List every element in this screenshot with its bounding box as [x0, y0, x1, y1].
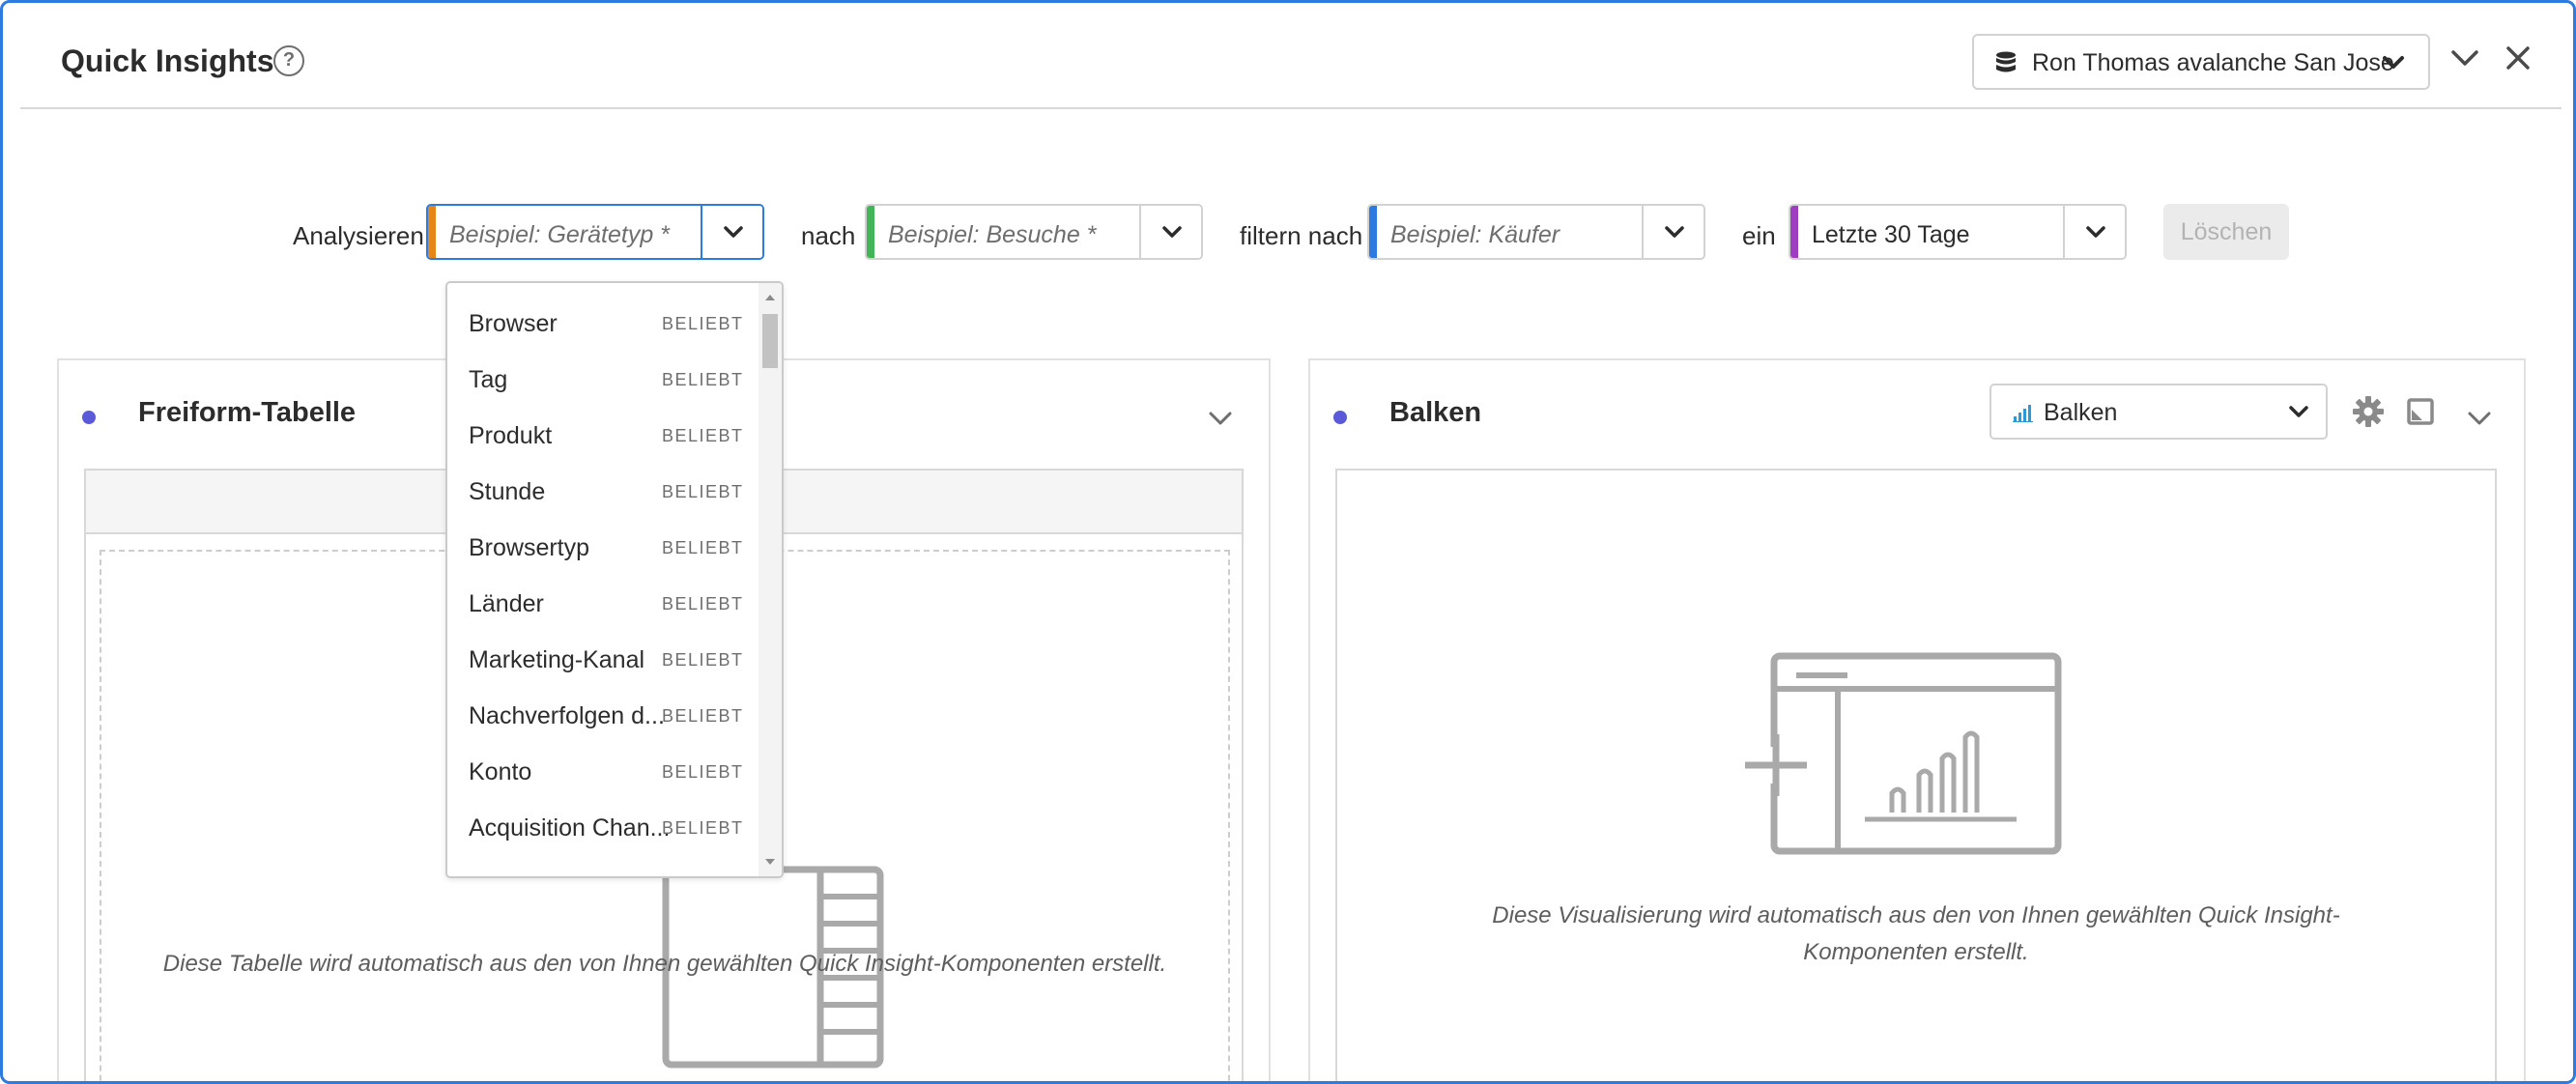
page-title: Quick Insights	[61, 43, 274, 78]
popular-badge: BELIEBT	[662, 370, 744, 389]
chevron-down-icon	[2086, 226, 2105, 238]
panel-collapse-chevron-icon[interactable]	[1207, 409, 1234, 428]
panel-title: Freiform-Tabelle	[138, 397, 357, 428]
dropdown-item-label: Browsertyp	[469, 534, 590, 561]
bar-visualization-panel: Balken Balken Diese Visualisierung wird …	[1308, 358, 2526, 1081]
popular-badge: BELIEBT	[662, 706, 744, 726]
metric-combobox[interactable]: Beispiel: Besuche *	[865, 204, 1203, 260]
dropdown-item[interactable]: Acquisition Chan... BELIEBT	[447, 801, 758, 857]
popular-badge: BELIEBT	[662, 818, 744, 838]
visualization-caption-line-1: Diese Visualisierung wird automatisch au…	[1492, 902, 2340, 928]
dropdown-item[interactable]: Konto BELIEBT	[447, 745, 758, 801]
bar-chart-icon	[2013, 405, 2033, 422]
scrollbar-thumb[interactable]	[762, 314, 778, 368]
table-caption: Diese Tabelle wird automatisch aus den v…	[162, 951, 1167, 977]
bar-chart-placeholder-icon	[1743, 652, 2062, 855]
analyze-dropdown-button[interactable]	[701, 206, 762, 258]
popular-badge: BELIEBT	[662, 426, 744, 445]
header-bar: Quick Insights ? Ron Thomas avalanche Sa…	[20, 11, 2562, 109]
analyze-accent	[428, 206, 436, 258]
report-suite-selector[interactable]: Ron Thomas avalanche San Jose	[1972, 34, 2430, 90]
dropdown-item[interactable]: Tag BELIEBT	[447, 353, 758, 409]
quick-insights-window: Quick Insights ? Ron Thomas avalanche Sa…	[0, 0, 2576, 1084]
popular-badge: BELIEBT	[662, 482, 744, 501]
popular-badge: BELIEBT	[662, 594, 744, 613]
scroll-up-arrow-icon[interactable]	[765, 295, 775, 300]
filter-combobox[interactable]: Beispiel: Käufer	[1367, 204, 1705, 260]
filter-dropdown-button[interactable]	[1642, 206, 1703, 258]
panel-collapse-chevron-icon[interactable]	[2466, 409, 2493, 428]
dropdown-item[interactable]: Länder BELIEBT	[447, 577, 758, 633]
by-label: nach	[801, 221, 856, 250]
dropdown-item[interactable]: Marketing-Kanal BELIEBT	[447, 633, 758, 689]
dropdown-item[interactable]: Nachverfolgen d... BELIEBT	[447, 689, 758, 745]
filter-label: filtern nach	[1240, 221, 1363, 250]
panel-title: Balken	[1389, 397, 1482, 428]
chevron-down-icon	[2289, 406, 2308, 417]
analyze-input[interactable]: Beispiel: Gerätetyp *	[449, 221, 670, 249]
report-suite-label: Ron Thomas avalanche San Jose	[2032, 49, 2394, 76]
analyze-label: Analysieren	[293, 221, 424, 250]
visualization-frame: Diese Visualisierung wird automatisch au…	[1335, 469, 2497, 1081]
metric-input[interactable]: Beispiel: Besuche *	[888, 221, 1096, 249]
date-accent	[1790, 206, 1798, 258]
expand-icon[interactable]	[2406, 397, 2435, 426]
dropdown-item-label: Konto	[469, 758, 532, 785]
popular-badge: BELIEBT	[662, 650, 744, 670]
dropdown-item[interactable]: Browsertyp BELIEBT	[447, 521, 758, 577]
metric-accent	[867, 206, 874, 258]
panel-status-dot	[82, 411, 96, 424]
visualization-caption-line-2: Komponenten erstellt.	[1803, 939, 2029, 965]
dropdown-item-label: Acquisition Chan...	[469, 814, 671, 842]
chevron-down-icon	[724, 226, 743, 238]
popular-badge: BELIEBT	[662, 538, 744, 557]
date-range-dropdown-button[interactable]	[2063, 206, 2125, 258]
dropdown-item-label: Tag	[469, 366, 508, 393]
database-icon	[1996, 51, 2016, 72]
dropdown-item-label: Marketing-Kanal	[469, 646, 645, 673]
dropdown-item[interactable]: Browser BELIEBT	[447, 297, 758, 353]
panel-status-dot	[1333, 411, 1347, 424]
date-range-combobox[interactable]: Letzte 30 Tage	[1789, 204, 2127, 260]
dropdown-item-label: Stunde	[469, 478, 546, 505]
date-range-value[interactable]: Letzte 30 Tage	[1812, 221, 1970, 249]
visualization-type-label: Balken	[2044, 399, 2118, 426]
scroll-down-arrow-icon[interactable]	[765, 859, 775, 865]
clear-button[interactable]: Löschen	[2163, 204, 2289, 260]
chevron-down-icon	[1665, 226, 1684, 238]
popular-badge: BELIEBT	[662, 762, 744, 782]
analyze-dimension-combobox[interactable]: Beispiel: Gerätetyp *	[426, 204, 764, 260]
chevron-down-icon	[1162, 226, 1182, 238]
visualization-type-select[interactable]: Balken	[1989, 384, 2328, 440]
close-icon[interactable]	[2502, 42, 2534, 74]
dropdown-item[interactable]: Produkt BELIEBT	[447, 409, 758, 465]
dropdown-item-label: Browser	[469, 310, 558, 337]
metric-dropdown-button[interactable]	[1139, 206, 1201, 258]
popular-badge: BELIEBT	[662, 314, 744, 333]
dropdown-item[interactable]: Stunde BELIEBT	[447, 465, 758, 521]
dropdown-item-label: Produkt	[469, 422, 553, 449]
dropdown-scrollbar[interactable]	[758, 283, 782, 876]
collapse-chevron-icon[interactable]	[2447, 43, 2482, 72]
in-label: ein	[1742, 221, 1776, 250]
chevron-down-icon	[2383, 56, 2404, 69]
help-icon[interactable]: ?	[273, 45, 304, 76]
quick-insights-content: Quick Insights ? Ron Thomas avalanche Sa…	[20, 11, 2562, 1081]
dropdown-item-label: Nachverfolgen d...	[469, 702, 665, 729]
analyze-dimension-dropdown-list: Browser BELIEBT Tag BELIEBT Produkt BELI…	[445, 281, 784, 878]
dropdown-item-label: Länder	[469, 590, 544, 617]
gear-icon[interactable]	[2352, 395, 2385, 428]
filter-input[interactable]: Beispiel: Käufer	[1390, 221, 1560, 249]
filter-accent	[1369, 206, 1377, 258]
